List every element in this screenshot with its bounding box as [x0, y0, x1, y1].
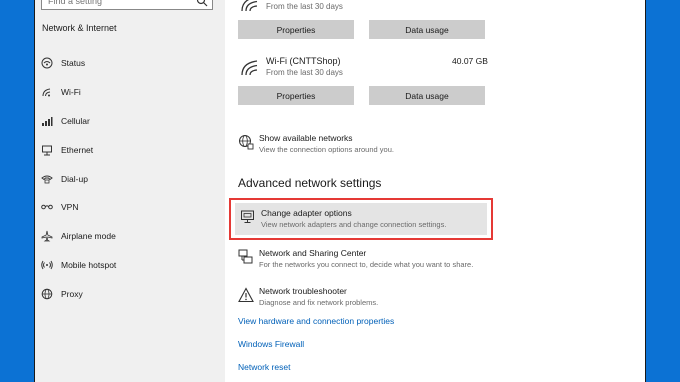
link-title: Change adapter options — [261, 208, 352, 218]
adapter-monitor-icon — [240, 209, 256, 225]
sidebar-item-proxy[interactable]: Proxy — [35, 282, 225, 306]
network-reset-link[interactable]: Network reset — [238, 362, 290, 372]
link-title: Network troubleshooter — [259, 286, 347, 296]
globe-network-icon — [238, 134, 254, 150]
sharing-center-icon — [238, 249, 254, 265]
network-name: Wi-Fi (CNTTShop) — [266, 56, 341, 66]
left-window-frame — [0, 0, 35, 382]
sidebar-item-dial-up[interactable]: Dial-up — [35, 167, 225, 191]
link-subtitle: For the networks you connect to, decide … — [259, 260, 474, 269]
advanced-settings-heading: Advanced network settings — [238, 176, 382, 190]
cellular-icon — [41, 115, 53, 127]
hotspot-icon — [41, 259, 53, 271]
data-usage-button[interactable]: Data usage — [369, 86, 485, 105]
wifi-signal-icon — [241, 60, 259, 76]
sidebar-section-title: Network & Internet — [42, 23, 117, 33]
sidebar-item-ethernet[interactable]: Ethernet — [35, 138, 225, 162]
network-period: From the last 30 days — [266, 68, 343, 77]
sidebar-item-airplane-mode[interactable]: Airplane mode — [35, 224, 225, 248]
right-window-frame — [645, 0, 680, 382]
sidebar-item-label: Status — [61, 58, 86, 68]
network-period: From the last 30 days — [266, 2, 343, 11]
network-troubleshooter[interactable]: Network troubleshooter Diagnose and fix … — [238, 286, 493, 316]
show-available-networks[interactable]: Show available networks View the connect… — [238, 133, 493, 163]
settings-window: Network & Internet Status Wi-Fi Cellular… — [35, 0, 645, 382]
vpn-icon — [41, 201, 53, 213]
data-usage-button[interactable]: Data usage — [369, 20, 485, 39]
sidebar-item-label: Cellular — [61, 116, 90, 126]
sidebar-item-wifi[interactable]: Wi-Fi — [35, 80, 225, 104]
search-icon[interactable] — [196, 0, 208, 7]
status-icon — [41, 57, 53, 69]
network-sharing-center[interactable]: Network and Sharing Center For the netwo… — [238, 248, 493, 278]
network-item: Wi-Fi (CNTTShop) From the last 30 days 4… — [238, 56, 498, 106]
dial-up-icon — [41, 173, 53, 185]
warning-icon — [238, 287, 254, 303]
view-hardware-properties-link[interactable]: View hardware and connection properties — [238, 316, 394, 326]
sidebar-item-status[interactable]: Status — [35, 51, 225, 75]
wifi-signal-icon — [241, 0, 259, 12]
sidebar-item-label: Airplane mode — [61, 231, 116, 241]
properties-button[interactable]: Properties — [238, 20, 354, 39]
globe-icon — [41, 288, 53, 300]
search-box[interactable] — [41, 0, 213, 10]
search-input[interactable] — [46, 0, 190, 10]
sidebar-item-mobile-hotspot[interactable]: Mobile hotspot — [35, 253, 225, 277]
sidebar-item-label: Ethernet — [61, 145, 94, 155]
change-adapter-options[interactable]: Change adapter options View network adap… — [235, 203, 487, 235]
sidebar-item-label: Mobile hotspot — [61, 260, 117, 270]
network-usage: 40.07 GB — [452, 56, 488, 66]
main-content: From the last 30 days Properties Data us… — [225, 0, 645, 382]
sidebar-item-cellular[interactable]: Cellular — [35, 109, 225, 133]
airplane-icon — [41, 230, 53, 242]
sidebar-item-label: VPN — [61, 202, 79, 212]
sidebar-item-vpn[interactable]: VPN — [35, 195, 225, 219]
properties-button[interactable]: Properties — [238, 86, 354, 105]
link-subtitle: Diagnose and fix network problems. — [259, 298, 379, 307]
sidebar: Network & Internet Status Wi-Fi Cellular… — [35, 0, 225, 382]
sidebar-item-label: Wi-Fi — [61, 87, 81, 97]
windows-firewall-link[interactable]: Windows Firewall — [238, 339, 304, 349]
link-title: Network and Sharing Center — [259, 248, 367, 258]
link-subtitle: View network adapters and change connect… — [261, 220, 447, 229]
link-title: Show available networks — [259, 133, 353, 143]
highlight-box: Change adapter options View network adap… — [229, 198, 493, 240]
ethernet-icon — [41, 144, 53, 156]
network-item: From the last 30 days Properties Data us… — [238, 0, 498, 42]
sidebar-item-label: Dial-up — [61, 174, 88, 184]
link-subtitle: View the connection options around you. — [259, 145, 394, 154]
wifi-icon — [41, 86, 53, 98]
sidebar-item-label: Proxy — [61, 289, 83, 299]
